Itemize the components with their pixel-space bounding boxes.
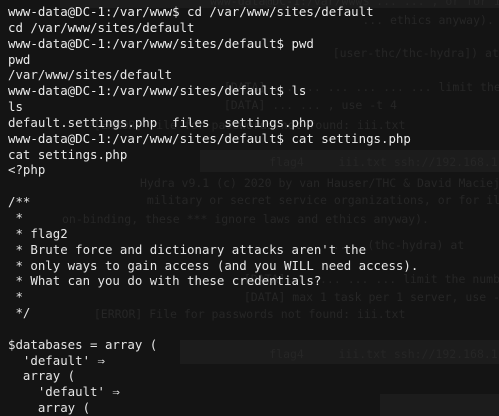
- terminal-window[interactable]: www-data@DC-1:/var/www$ ... ... , or for…: [0, 0, 499, 416]
- output-line: <?php: [8, 162, 46, 178]
- output-line: *: [8, 289, 23, 305]
- output-line: * flag2: [8, 225, 68, 241]
- output-line: *: [8, 209, 23, 225]
- echoed-command-line: ls: [8, 99, 23, 115]
- shell-prompt-line: www-data@DC-1:/var/www/sites/default$ pw…: [8, 35, 314, 51]
- output-line: * What can you do with these credentials…: [8, 273, 322, 289]
- output-line: array (: [8, 400, 91, 416]
- echoed-command-line: cd /var/www/sites/default: [8, 19, 195, 35]
- output-line: /**: [8, 194, 31, 210]
- echoed-command-line: pwd: [8, 51, 31, 67]
- output-line: 'default' ⇒: [8, 384, 120, 400]
- output-line: * Brute force and dictionary attacks are…: [8, 241, 367, 257]
- echoed-command-line: cat settings.php: [8, 146, 128, 162]
- output-line: 'default' ⇒: [8, 352, 105, 368]
- output-line: * only ways to gain access (and you WILL…: [8, 257, 419, 273]
- output-line: $databases = array (: [8, 336, 158, 352]
- output-line: array (: [8, 368, 76, 384]
- shell-prompt-line: www-data@DC-1:/var/www/sites/default$ ls: [8, 83, 307, 99]
- output-line: */: [8, 305, 31, 321]
- shell-prompt-line: www-data@DC-1:/var/www/sites/default$ ca…: [8, 130, 411, 146]
- output-line: default.settings.php files settings.php: [8, 114, 314, 130]
- output-line: /var/www/sites/default: [8, 67, 173, 83]
- shell-prompt-line: www-data@DC-1:/var/www$ cd /var/www/site…: [8, 4, 374, 19]
- terminal-output: www-data@DC-1:/var/www$ cd /var/www/site…: [8, 4, 499, 416]
